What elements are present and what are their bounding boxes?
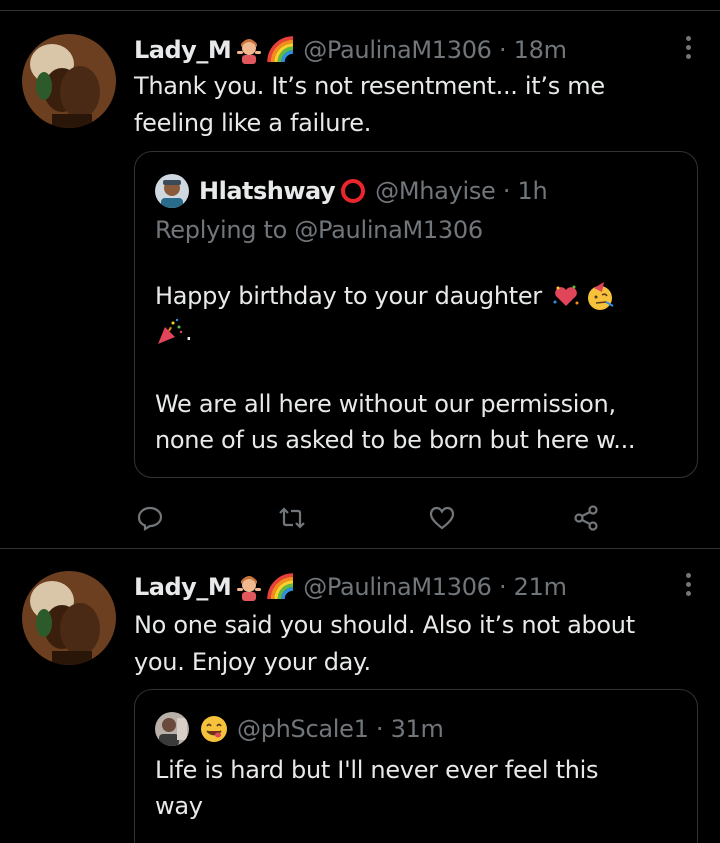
- tweet-text-line: you. Enjoy your day.: [134, 648, 371, 676]
- red-ring-emoji-icon: [339, 177, 367, 205]
- tweet-text-line: Thank you. It’s not resentment... it’s m…: [134, 72, 605, 100]
- party-popper-emoji-icon: [155, 317, 185, 347]
- quoted-text-line: Happy birthday to your daughter: [155, 278, 685, 314]
- quoted-avatar: [155, 174, 189, 208]
- like-icon[interactable]: [422, 498, 462, 538]
- quoted-tweet[interactable]: @phScale1 · 31m Life is hard but I'll ne…: [134, 689, 698, 843]
- tweet-text-line: No one said you should. Also it’s not ab…: [134, 611, 635, 639]
- heart-confetti-emoji-icon: [552, 282, 580, 310]
- quoted-handle-time[interactable]: @Mhayise · 1h: [375, 177, 548, 205]
- display-name[interactable]: Lady_M: [134, 36, 232, 64]
- yum-face-emoji-icon: [199, 714, 229, 744]
- tweet-header: Lady_M @PaulinaM1306 · 21m: [134, 573, 567, 601]
- avatar[interactable]: [22, 34, 116, 128]
- retweet-icon[interactable]: [272, 498, 312, 538]
- tweet-text-line: feeling like a failure.: [134, 109, 372, 137]
- woman-gesturing-emoji-icon: [235, 36, 263, 64]
- display-name[interactable]: Lady_M: [134, 573, 232, 601]
- quoted-display-name[interactable]: Hlatshway: [199, 177, 336, 205]
- quoted-text-line: way: [155, 792, 203, 820]
- quoted-text-line: Life is hard but I'll never ever feel th…: [155, 756, 599, 784]
- tweet[interactable]: Lady_M @PaulinaM1306 · 18m Thank you. It…: [0, 10, 720, 548]
- quoted-text-line: We are all here without our permission,: [155, 390, 616, 418]
- quoted-text-span: .: [185, 318, 193, 346]
- tweet-actions: [0, 498, 720, 538]
- quoted-tweet-header: Hlatshway @Mhayise · 1h: [155, 174, 548, 208]
- more-options-icon[interactable]: [684, 573, 692, 599]
- tweet-text: No one said you should. Also it’s not ab…: [134, 607, 694, 681]
- avatar[interactable]: [22, 571, 116, 665]
- party-face-emoji-icon: [584, 280, 616, 312]
- share-icon[interactable]: [566, 498, 606, 538]
- quoted-text: Life is hard but I'll never ever feel th…: [155, 752, 685, 824]
- replying-to[interactable]: Replying to @PaulinaM1306: [155, 216, 483, 244]
- tweet[interactable]: Lady_M @PaulinaM1306 · 21m No one said y…: [0, 549, 720, 843]
- more-options-icon[interactable]: [684, 36, 692, 62]
- rainbow-emoji-icon: [267, 573, 295, 601]
- woman-gesturing-emoji-icon: [235, 573, 263, 601]
- reply-icon[interactable]: [130, 498, 170, 538]
- handle-time[interactable]: @PaulinaM1306 · 21m: [303, 573, 567, 601]
- quoted-handle-time[interactable]: @phScale1 · 31m: [237, 715, 444, 743]
- quoted-text-span: Happy birthday to your daughter: [155, 282, 542, 310]
- tweet-text: Thank you. It’s not resentment... it’s m…: [134, 68, 694, 142]
- tweet-header: Lady_M @PaulinaM1306 · 18m: [134, 36, 567, 64]
- quoted-text-line: none of us asked to be born but here w..…: [155, 426, 636, 454]
- quoted-text-line: .: [155, 314, 685, 350]
- quoted-tweet[interactable]: Hlatshway @Mhayise · 1h Replying to @Pau…: [134, 151, 698, 478]
- quoted-avatar: [155, 712, 189, 746]
- rainbow-emoji-icon: [267, 36, 295, 64]
- handle-time[interactable]: @PaulinaM1306 · 18m: [303, 36, 567, 64]
- quoted-tweet-header: @phScale1 · 31m: [155, 712, 444, 746]
- quoted-text: Happy birthday to your daughter . We are…: [155, 278, 685, 458]
